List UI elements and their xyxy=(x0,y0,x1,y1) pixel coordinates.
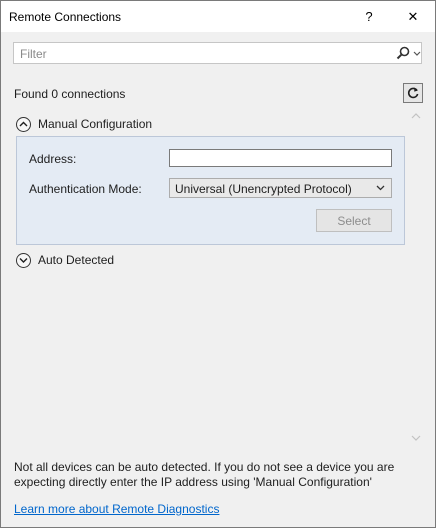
authentication-mode-label: Authentication Mode: xyxy=(29,182,142,196)
chevron-down-icon xyxy=(376,185,385,191)
collapse-icon xyxy=(16,116,31,132)
connection-count: Found 0 connections xyxy=(14,87,126,101)
authentication-mode-value: Universal (Unencrypted Protocol) xyxy=(175,182,352,196)
remote-connections-dialog: Remote Connections ? ✕ Found 0 connectio… xyxy=(0,0,436,528)
address-input[interactable] xyxy=(169,149,392,167)
learn-more-link[interactable]: Learn more about Remote Diagnostics xyxy=(14,502,219,516)
address-label: Address: xyxy=(29,152,77,166)
title-bar: Remote Connections ? ✕ xyxy=(1,1,435,32)
manual-configuration-header: Manual Configuration xyxy=(38,117,153,131)
auto-detected-header: Auto Detected xyxy=(38,253,115,267)
filter-input[interactable] xyxy=(18,45,382,63)
filter-box xyxy=(13,42,422,64)
refresh-button[interactable] xyxy=(403,83,423,103)
auto-detect-note: Not all devices can be auto detected. If… xyxy=(14,460,395,489)
auto-detected-toggle[interactable]: Auto Detected xyxy=(16,251,114,269)
scroll-down-icon[interactable] xyxy=(411,435,421,441)
authentication-mode-select[interactable]: Universal (Unencrypted Protocol) xyxy=(169,178,392,198)
search-icon[interactable] xyxy=(395,45,411,61)
manual-configuration-panel: Address: Authentication Mode: Universal … xyxy=(16,136,405,245)
select-button[interactable]: Select xyxy=(316,209,392,232)
scroll-up-icon[interactable] xyxy=(411,113,421,119)
manual-configuration-toggle[interactable]: Manual Configuration xyxy=(16,115,152,133)
refresh-icon xyxy=(407,87,419,99)
help-button[interactable]: ? xyxy=(347,1,391,32)
window-title: Remote Connections xyxy=(9,10,122,24)
close-button[interactable]: ✕ xyxy=(391,1,435,32)
chevron-down-icon[interactable] xyxy=(413,46,421,60)
expand-icon xyxy=(16,252,31,268)
